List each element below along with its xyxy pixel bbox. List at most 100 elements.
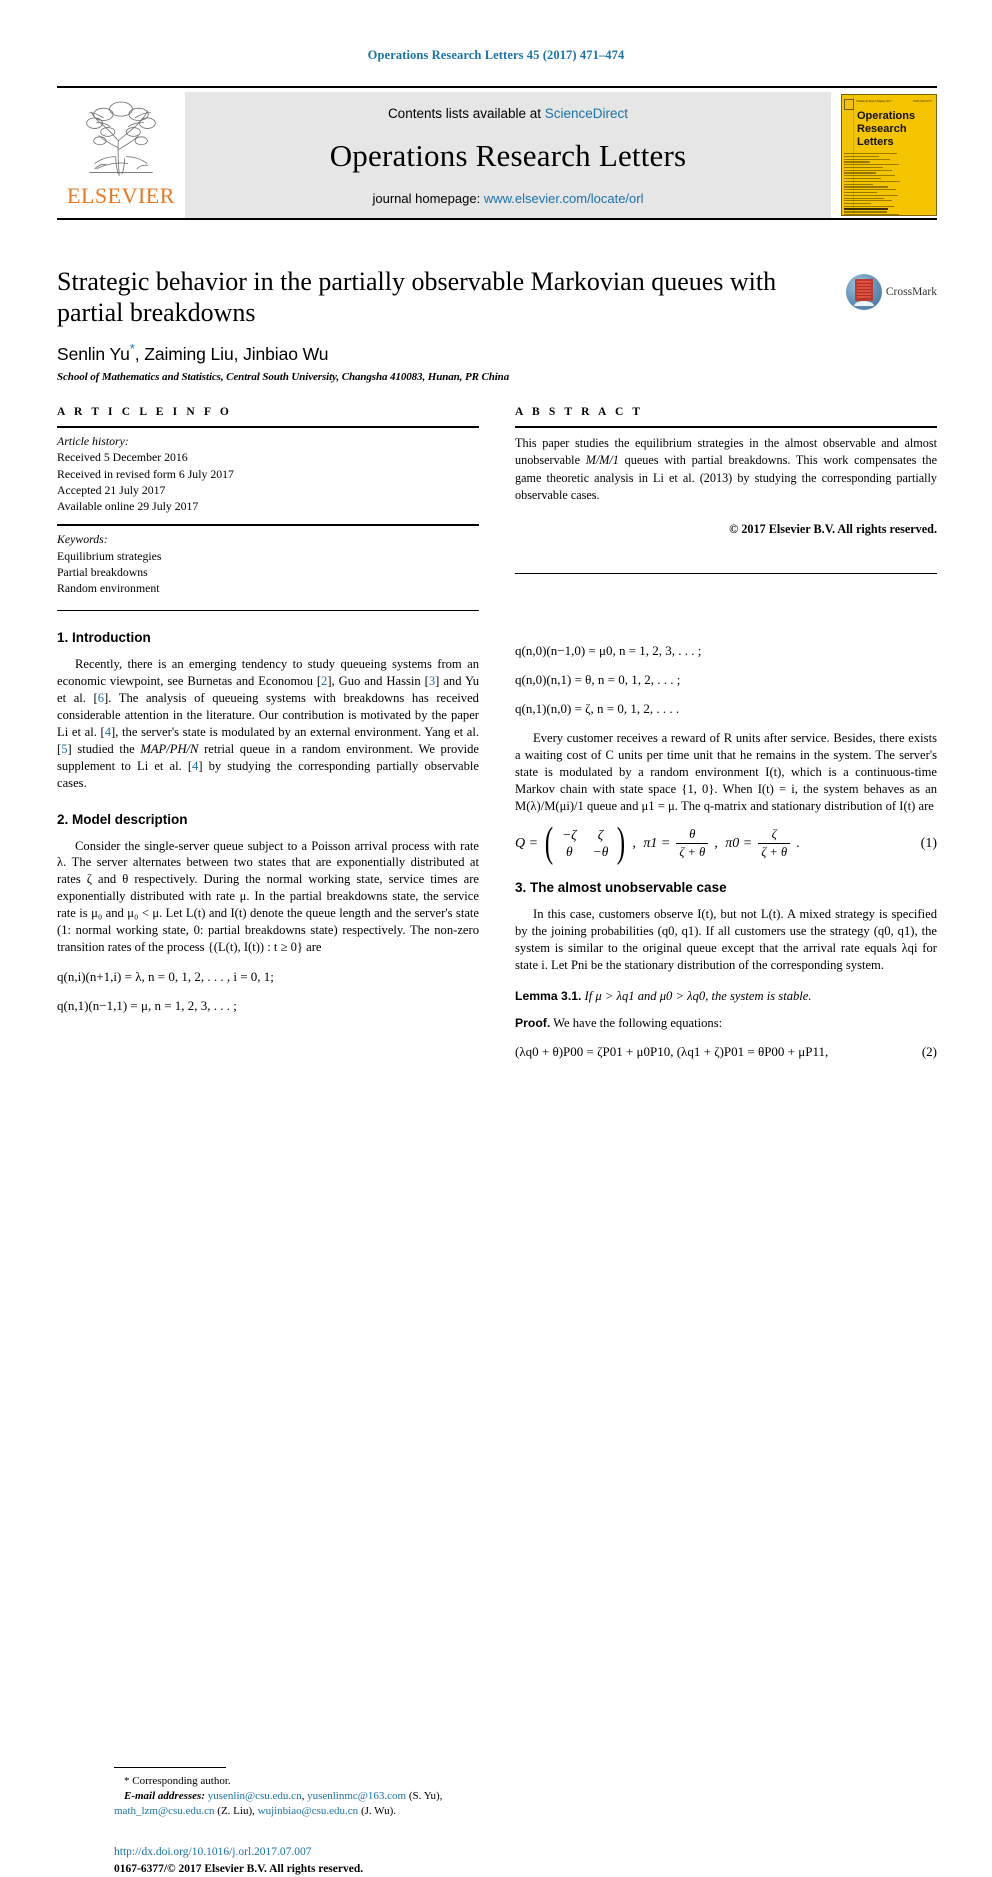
journal-cover-thumbnail[interactable]: Volume 45 Issue 5 January 2017 ISSN 0167…: [841, 94, 937, 216]
equation-transition-b: q(n,1)(n−1,1) = μ, n = 1, 2, 3, . . . ;: [57, 998, 237, 1014]
cover-title-line2: Research: [857, 122, 907, 135]
eq1-pi1-label: π1 =: [643, 835, 671, 851]
issn-copyright: 0167-6377/© 2017 Elsevier B.V. All right…: [114, 1862, 364, 1875]
lemma-3-1: Lemma 3.1. If μ > λq1 and μ0 > λq0, the …: [515, 988, 937, 1005]
email-link-1[interactable]: yusenlin@csu.edu.cn: [208, 1790, 302, 1802]
crossmark-book-shape: [854, 279, 873, 301]
keyword-item: Partial breakdowns: [57, 564, 148, 579]
email-addresses-line: E-mail addresses: yusenlin@csu.edu.cn, y…: [124, 1789, 443, 1802]
running-head: Operations Research Letters 45 (2017) 47…: [367, 48, 625, 62]
masthead-center-panel: Contents lists available at ScienceDirec…: [185, 92, 831, 218]
fraction-denominator: ζ + θ: [761, 845, 788, 860]
cover-elsevier-mark-icon: [843, 99, 854, 110]
doi-link[interactable]: http://dx.doi.org/10.1016/j.orl.2017.07.…: [114, 1844, 554, 1861]
abstract-column: A B S T R A C T This paper studies the e…: [515, 406, 937, 611]
unobservable-paragraph-1: In this case, customers observe I(t), bu…: [515, 907, 937, 973]
journal-homepage-line: journal homepage: www.elsevier.com/locat…: [373, 191, 644, 206]
equation-transition-e: q(n,1)(n,0) = ζ, n = 0, 1, 2, . . . .: [515, 701, 680, 716]
matrix-cell: θ: [566, 843, 573, 859]
cover-toc-lines: [844, 153, 932, 215]
eq1-comma-2: ,: [714, 835, 722, 851]
model-paragraph-1: Consider the single-server queue subject…: [57, 838, 479, 955]
crossmark-badge-group[interactable]: CrossMark: [845, 274, 937, 310]
journal-title: Operations Research Letters: [329, 138, 687, 173]
cover-bottom-rule: [844, 208, 888, 210]
article-info-column: A R T I C L E I N F O Article history: R…: [57, 406, 479, 612]
matrix-cell: ζ: [597, 826, 604, 842]
journal-masthead: ELSEVIER Contents lists available at Sci…: [57, 86, 937, 220]
section-heading-model: 2. Model description: [57, 811, 188, 827]
fraction-pi1: θ ζ + θ: [676, 826, 709, 860]
history-item: Received 5 December 2016: [57, 450, 188, 465]
fraction-denominator: ζ + θ: [679, 845, 706, 860]
equation-number-1: (1): [920, 835, 937, 851]
intro-paragraph: Recently, there is an emerging tendency …: [57, 656, 479, 792]
keyword-item: Equilibrium strategies: [57, 548, 162, 563]
footnote-block: * Corresponding author. E-mail addresses…: [114, 1767, 536, 1819]
right-paren-icon: ): [617, 820, 626, 867]
elsevier-logo: ELSEVIER: [57, 90, 185, 220]
fraction-pi0: ζ ζ + θ: [758, 826, 791, 860]
intro-mapphn: MAP/PH/N: [140, 741, 199, 756]
matrix-cell: −θ: [592, 843, 609, 859]
journal-article-page: Operations Research Letters 45 (2017) 47…: [0, 0, 992, 1875]
email-link-4[interactable]: wujinbiao@csu.edu.cn: [258, 1805, 359, 1817]
section-heading-unobservable: 3. The almost unobservable case: [515, 880, 727, 896]
equation-transition-c: q(n,0)(n−1,0) = μ0, n = 1, 2, 3, . . . ;: [515, 643, 702, 658]
history-item: Received in revised form 6 July 2017: [57, 466, 234, 481]
contents-prefix: Contents lists available at: [387, 106, 545, 121]
proof-label: Proof.: [515, 1016, 551, 1031]
abstract-text: This paper studies the equilibrium strat…: [515, 428, 937, 504]
equation-number-2: (2): [921, 1044, 937, 1060]
email-who-1: (S. Yu),: [406, 1789, 443, 1802]
history-item: Available online 29 July 2017: [57, 499, 199, 514]
equation-2-body: (λq0 + θ)P00 = ζP01 + μ0P10, (λq1 + ζ)P0…: [515, 1044, 829, 1060]
email-link-2[interactable]: yusenlinmc@163.com: [307, 1790, 406, 1802]
keywords-block: Keywords: Equilibrium strategies Partial…: [57, 526, 479, 610]
matrix-cell: −ζ: [562, 826, 577, 842]
crossmark-icon[interactable]: [845, 274, 882, 310]
intro-b: ], Guo and Hassin [: [327, 673, 429, 688]
cover-title-line1: Operations: [857, 110, 916, 122]
eq1-comma: ,: [632, 835, 640, 851]
asterisk-icon: *: [124, 1775, 130, 1787]
contents-list-line: Contents lists available at ScienceDirec…: [388, 106, 628, 121]
article-info-heading: A R T I C L E I N F O: [57, 406, 232, 418]
homepage-prefix: journal homepage:: [372, 191, 484, 206]
fraction-numerator: ζ: [771, 826, 777, 841]
cover-top-meta: Volume 45 Issue 5 January 2017 ISSN 0167…: [842, 95, 936, 103]
abstract-heading: A B S T R A C T: [515, 406, 644, 418]
author-list: Senlin Yu*, Zaiming Liu, Jinbiao Wu: [57, 341, 937, 365]
email-link-3[interactable]: math_lzm@csu.edu.cn: [114, 1805, 215, 1817]
doi-copyright-block: http://dx.doi.org/10.1016/j.orl.2017.07.…: [114, 1844, 554, 1877]
cover-journal-title: Operations Research Letters: [857, 110, 915, 149]
model-paragraph-2: Every customer receives a reward of R un…: [515, 731, 937, 813]
article-history: Article history: Received 5 December 201…: [57, 428, 479, 524]
eq1-tail: .: [796, 835, 800, 851]
sciencedirect-link[interactable]: ScienceDirect: [545, 106, 628, 121]
left-paren-icon: (: [544, 820, 554, 867]
info-abstract-row: A R T I C L E I N F O Article history: R…: [57, 406, 937, 612]
info-rule-bottom: [57, 610, 479, 612]
lemma-statement: If μ > λq1 and μ0 > λq0, the system is s…: [581, 989, 812, 1004]
cover-issn-text: ISSN 0167-6377: [913, 99, 932, 103]
affiliation: School of Mathematics and Statistics, Ce…: [57, 371, 510, 384]
email-who-4: (J. Wu).: [358, 1804, 397, 1817]
corresponding-author-text: Corresponding author.: [132, 1775, 231, 1787]
keywords-label: Keywords:: [57, 532, 108, 547]
history-label: Article history:: [57, 434, 129, 448]
fraction-numerator: θ: [689, 826, 696, 841]
equation-transition-d: q(n,0)(n,1) = θ, n = 0, 1, 2, . . . ;: [515, 672, 681, 687]
journal-homepage-link[interactable]: www.elsevier.com/locate/orl: [484, 191, 644, 206]
equation-2: (2) (λq0 + θ)P00 = ζP01 + μ0P10, (λq1 + …: [515, 1044, 937, 1060]
email-who-3: (Z. Liu),: [214, 1804, 255, 1817]
cover-title-line3: Letters: [857, 135, 894, 148]
article-title-block: Strategic behavior in the partially obse…: [57, 266, 937, 383]
equation-1: Q = ( −ζ ζ θ −θ ) , π1 = θ ζ + θ , π0 =: [515, 820, 937, 867]
cover-volume-text: Volume 45 Issue 5 January 2017: [856, 99, 892, 103]
abstract-rule-bottom: [515, 573, 937, 575]
body-two-columns: 1. Introduction Recently, there is an em…: [57, 630, 937, 1875]
q-matrix: −ζ ζ θ −θ: [560, 827, 610, 861]
elsevier-tree-icon: [86, 101, 156, 176]
lemma-label: Lemma 3.1.: [515, 989, 582, 1004]
